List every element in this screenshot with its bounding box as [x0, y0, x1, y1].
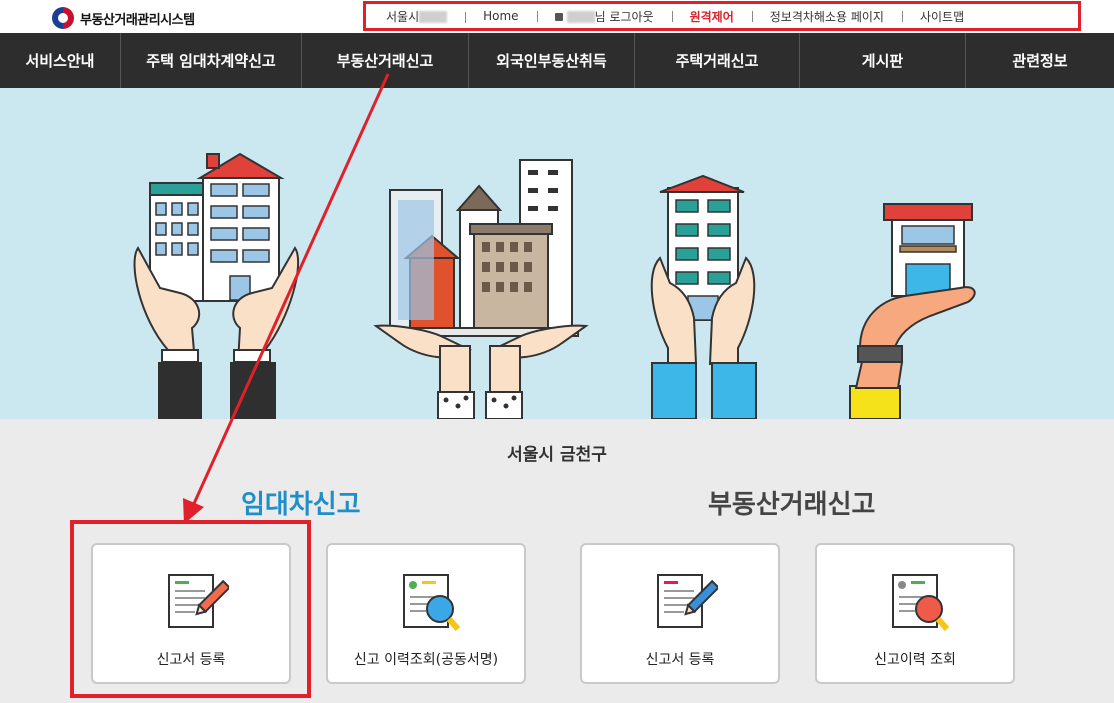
main-nav: 서비스안내 주택 임대차계약신고 부동산거래신고 외국인부동산취득 주택거래신고… — [0, 33, 1114, 88]
site-logo[interactable]: 부동산거래관리시스템 — [52, 7, 195, 29]
trade-report-section-title: 부동산거래신고 — [708, 490, 876, 520]
trade-register-card[interactable]: 신고서 등록 — [580, 543, 780, 684]
lease-history-card[interactable]: 신고 이력조회(공동서명) — [326, 543, 526, 684]
government-emblem-icon — [52, 7, 74, 29]
current-region-label: 서울시 금천구 — [507, 445, 607, 465]
trade-history-card[interactable]: 신고이력 조회 — [815, 543, 1015, 684]
search-history-icon — [403, 574, 461, 632]
highlight-box-register-card — [70, 520, 311, 698]
lease-report-section-title: 임대차신고 — [241, 490, 361, 520]
nav-item-lease-report[interactable]: 주택 임대차계약신고 — [121, 33, 302, 88]
hands-holding-buildings-illustration — [133, 152, 976, 419]
card-label: 신고서 등록 — [645, 652, 715, 668]
nav-item-foreigner-acquisition[interactable]: 외국인부동산취득 — [469, 33, 635, 88]
search-history-icon — [892, 574, 950, 632]
nav-item-real-estate-report[interactable]: 부동산거래신고 — [302, 33, 469, 88]
highlight-box-utility — [363, 1, 1081, 31]
card-label: 신고이력 조회 — [874, 652, 956, 668]
nav-item-board[interactable]: 게시판 — [800, 33, 966, 88]
write-form-icon — [657, 574, 718, 628]
nav-item-related-info[interactable]: 관련정보 — [966, 33, 1114, 88]
card-label: 신고 이력조회(공동서명) — [353, 652, 499, 668]
hero-banner — [0, 88, 1114, 419]
logo-text: 부동산거래관리시스템 — [80, 12, 195, 28]
nav-item-housing-trade-report[interactable]: 주택거래신고 — [635, 33, 800, 88]
nav-item-service-info[interactable]: 서비스안내 — [0, 33, 121, 88]
